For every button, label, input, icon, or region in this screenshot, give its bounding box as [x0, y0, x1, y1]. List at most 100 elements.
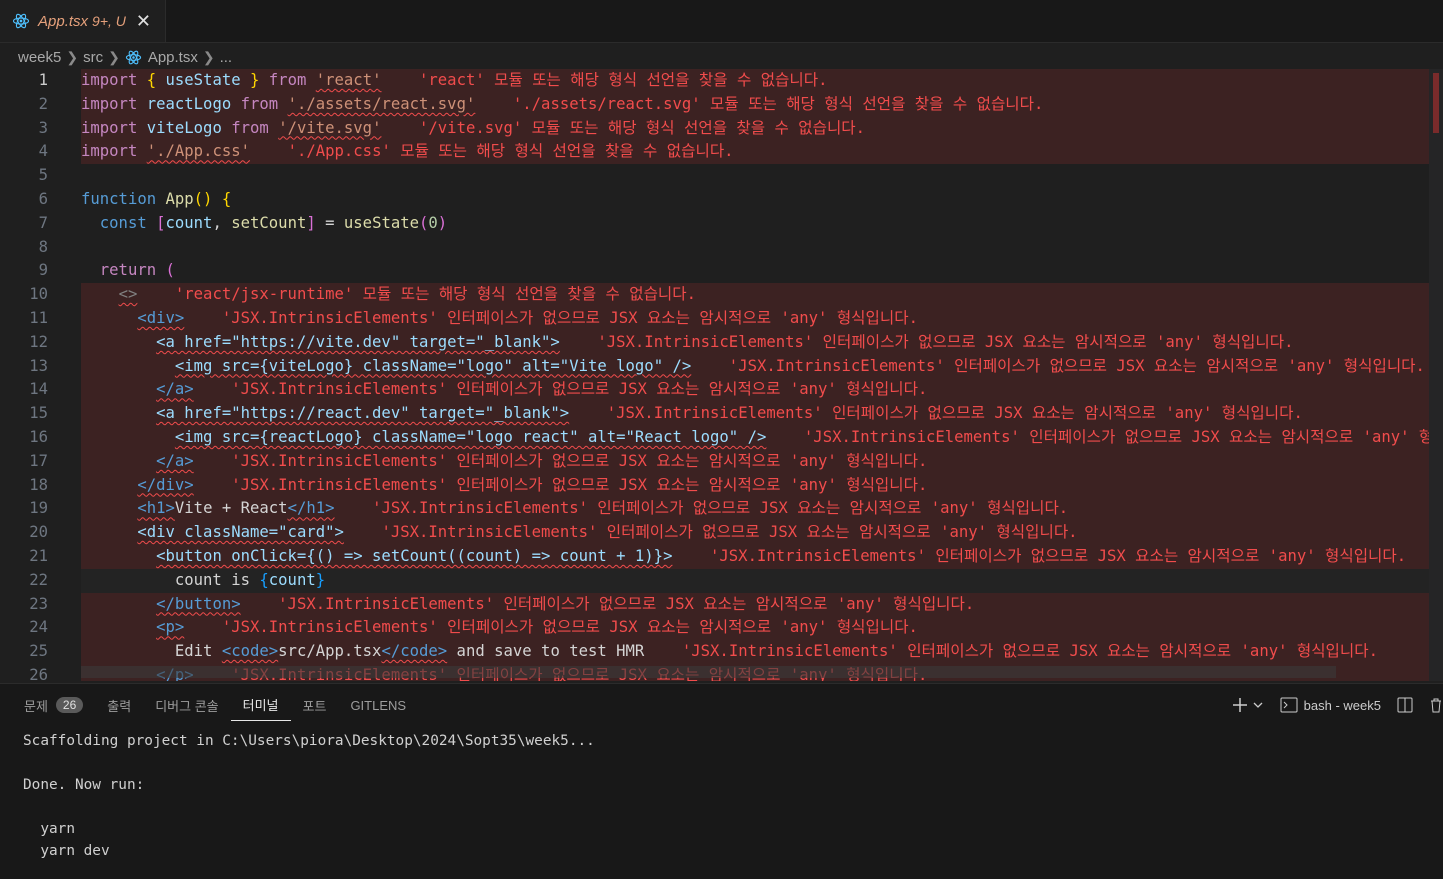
inline-error-message: 'react/jsx-runtime' 모듈 또는 해당 형식 선언을 찾을 수… [137, 285, 696, 304]
horizontal-scrollbar[interactable] [81, 666, 1336, 678]
code-line[interactable]: 23 </button> 'JSX.IntrinsicElements' 인터페… [0, 592, 1443, 617]
code-editor[interactable]: 1 import { useState } from 'react' 'react… [0, 69, 1443, 681]
tab-debug-console[interactable]: 디버그 콘솔 [143, 684, 230, 726]
code-token: './App.css' [146, 142, 251, 161]
react-icon [125, 50, 141, 64]
code-token: const [81, 213, 147, 232]
code-token: import [81, 142, 138, 161]
line-number: 5 [38, 166, 48, 185]
line-number: 25 [29, 642, 48, 661]
code-token: from [259, 71, 316, 89]
code-line[interactable]: 22 count is {count} [0, 568, 1443, 593]
code-content: import './App.css' './App.css' 모듈 또는 해당 … [81, 140, 1429, 165]
code-line[interactable]: 13 <img src={viteLogo} className="logo" … [0, 354, 1443, 379]
inline-error-message: 'JSX.IntrinsicElements' 인터페이스가 없으므로 JSX … [193, 475, 928, 494]
code-content: const [count, setCount] = useState(0) [81, 212, 1429, 236]
code-line[interactable]: 11 <div> 'JSX.IntrinsicElements' 인터페이스가 … [0, 307, 1443, 331]
close-icon[interactable]: ✕ [136, 11, 151, 32]
terminal-line: yarn dev [23, 843, 110, 859]
code-line[interactable]: 8 [0, 236, 1443, 260]
code-token: } [250, 71, 260, 89]
code-token: <img src={reactLogo} className="logo rea… [174, 428, 767, 446]
breadcrumb-src[interactable]: src [83, 49, 103, 66]
code-content: <a href="https://react.dev" target="_bla… [81, 402, 1429, 426]
code-line[interactable]: 15 <a href="https://react.dev" target="_… [0, 402, 1443, 426]
code-token: { [259, 570, 269, 589]
breadcrumb-week5[interactable]: week5 [18, 49, 61, 66]
line-number: 20 [29, 523, 48, 542]
code-line[interactable]: 9 return ( [0, 259, 1443, 283]
code-token: count is [81, 570, 260, 589]
code-content: import viteLogo from '/vite.svg' '/vite.… [81, 116, 1429, 141]
code-token: ( [165, 261, 175, 280]
code-line[interactable]: 1 import { useState } from 'react' 'react… [0, 69, 1443, 93]
line-number: 21 [29, 547, 48, 565]
minimap[interactable] [1429, 69, 1443, 681]
kill-terminal-button[interactable] [1429, 697, 1443, 713]
code-token: <> [118, 285, 138, 304]
code-line[interactable]: 14 </a> 'JSX.IntrinsicElements' 인터페이스가 없… [0, 378, 1443, 403]
code-line[interactable]: 16 <img src={reactLogo} className="logo … [0, 426, 1443, 450]
code-line[interactable]: 2 import reactLogo from './assets/react.s… [0, 92, 1443, 117]
terminal-instance[interactable]: bash - week5 [1280, 697, 1381, 713]
code-token: viteLogo [137, 118, 232, 137]
code-line[interactable]: 17 </a> 'JSX.IntrinsicElements' 인터페이스가 없… [0, 449, 1443, 474]
code-content: </a> 'JSX.IntrinsicElements' 인터페이스가 없으므로… [81, 449, 1429, 474]
code-token: ) [437, 213, 448, 232]
code-token: } [315, 570, 326, 589]
code-line[interactable]: 21 <button onClick={() => setCount((coun… [0, 545, 1443, 569]
code-line[interactable]: 20 <div className="card"> 'JSX.Intrinsic… [0, 521, 1443, 545]
code-line[interactable]: 7 const [count, setCount] = useState(0) [0, 212, 1443, 236]
new-terminal-button[interactable] [1232, 697, 1264, 713]
terminal-name: bash - week5 [1303, 697, 1381, 713]
code-token: from [231, 118, 279, 137]
code-line[interactable]: 4 import './App.css' './App.css' 모듈 또는 해당… [0, 140, 1443, 165]
code-line[interactable]: 18 </div> 'JSX.IntrinsicElements' 인터페이스가… [0, 473, 1443, 498]
code-token: useState [343, 213, 420, 232]
inline-error-message: 'JSX.IntrinsicElements' 인터페이스가 없으므로 JSX … [184, 309, 918, 327]
code-token: count [165, 213, 213, 232]
tab-problem-count: 9+, U [92, 13, 126, 29]
code-line[interactable]: 25 Edit <code>src/App.tsx</code> and sav… [0, 640, 1443, 664]
chevron-right-icon: ❯ [202, 48, 215, 65]
code-token: App [156, 190, 194, 208]
code-line[interactable]: 19 <h1>Vite + React</h1> 'JSX.IntrinsicE… [0, 497, 1443, 522]
code-content: <h1>Vite + React</h1> 'JSX.IntrinsicElem… [81, 497, 1429, 522]
code-line[interactable]: 24 <p> 'JSX.IntrinsicElements' 인터페이스가 없으… [0, 616, 1443, 641]
tab-output[interactable]: 출력 [95, 684, 143, 726]
split-terminal-button[interactable] [1397, 697, 1413, 713]
code-token: , [212, 213, 232, 232]
code-token: <button onClick={() => setCount((count) … [156, 547, 673, 565]
tab-gitlens[interactable]: GITLENS [338, 684, 418, 726]
code-content: <img src={viteLogo} className="logo" alt… [81, 354, 1429, 379]
code-line[interactable]: 12 <a href="https://vite.dev" target="_b… [0, 330, 1443, 355]
code-line[interactable]: 10 <> 'react/jsx-runtime' 모듈 또는 해당 형식 선언… [0, 283, 1443, 307]
tab-ports[interactable]: 포트 [291, 684, 339, 726]
tab-problems[interactable]: 문제 26 [0, 684, 95, 726]
line-number: 7 [38, 213, 48, 232]
minimap-error-marker [1433, 73, 1439, 133]
terminal-output[interactable]: Scaffolding project in C:\Users\piora\De… [23, 730, 595, 862]
breadcrumb-file[interactable]: App.tsx [125, 49, 198, 66]
code-line[interactable]: 3 import viteLogo from '/vite.svg' '/vite… [0, 116, 1443, 141]
code-line[interactable]: 5 [0, 164, 1443, 188]
line-number: 1 [38, 71, 48, 89]
code-content: <> 'react/jsx-runtime' 모듈 또는 해당 형식 선언을 찾… [81, 283, 1429, 307]
breadcrumb-symbol[interactable]: ... [220, 49, 233, 66]
code-token: </h1> [287, 499, 335, 518]
code-token: import [81, 94, 138, 113]
tab-terminal[interactable]: 터미널 [230, 690, 291, 721]
editor-tab-app-tsx[interactable]: App.tsx 9+, U ✕ [0, 0, 166, 42]
code-line[interactable]: 6 function App() { [0, 188, 1443, 212]
code-content: <img src={reactLogo} className="logo rea… [81, 426, 1429, 450]
line-number: 4 [38, 142, 48, 161]
